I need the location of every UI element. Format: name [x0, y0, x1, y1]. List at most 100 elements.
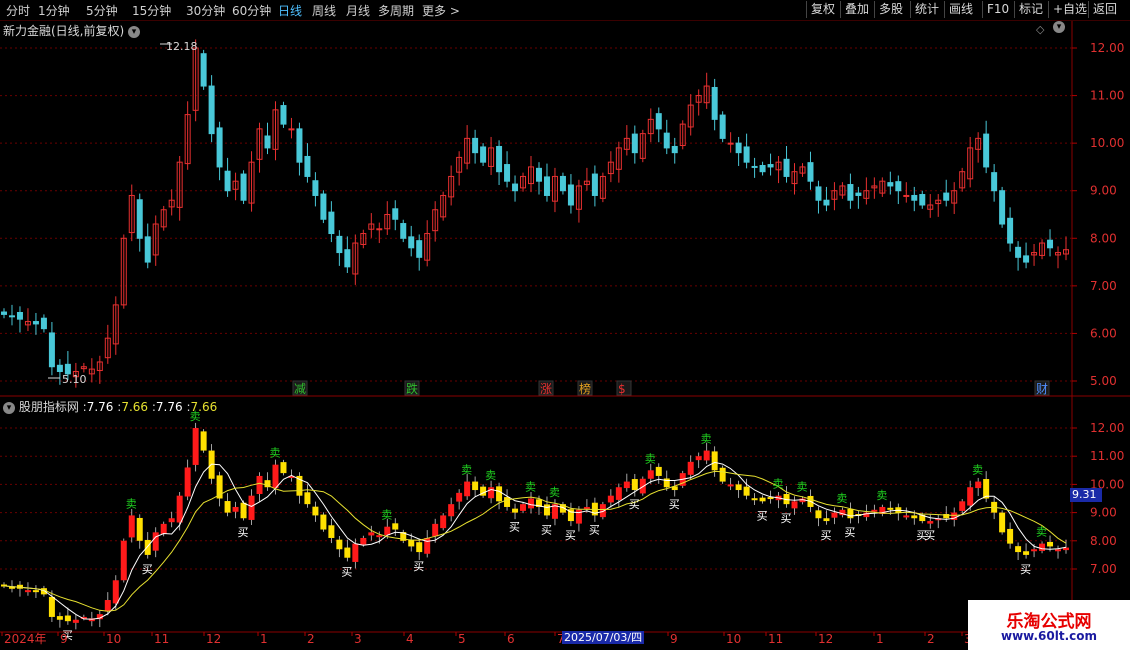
- indicator-body: [504, 497, 511, 507]
- kline-chart[interactable]: 买卖买卖买卖买卖买卖 卖买卖买卖买 买买卖买卖买卖买卖买卖买卖买买卖买卖 12.00…: [0, 0, 1130, 650]
- indicator-body: [1047, 541, 1054, 547]
- indicator-body: [1039, 543, 1046, 551]
- event-tag[interactable]: 财: [1034, 380, 1050, 396]
- period-tab-5min[interactable]: 5分钟: [86, 2, 118, 19]
- indicator-body: [639, 478, 646, 494]
- indicator-body: [304, 492, 311, 505]
- event-tag[interactable]: 减: [292, 380, 308, 396]
- period-tab-1min[interactable]: 1分钟: [38, 2, 70, 19]
- indicator-title[interactable]: ▾ 股朋指标网 :7.76 :7.66 :7.76 :7.66: [3, 398, 217, 415]
- price-tick-label: 11.00: [1090, 89, 1124, 103]
- mark-button[interactable]: 标记: [1014, 1, 1047, 18]
- f10-button[interactable]: F10: [982, 1, 1013, 18]
- indicator-body: [224, 501, 231, 513]
- candlesticks[interactable]: [1, 39, 1069, 388]
- candle-body: [815, 186, 822, 201]
- indicator-body: [232, 506, 239, 512]
- period-tab-monthly[interactable]: 月线: [346, 2, 370, 19]
- indicator-body: [240, 502, 247, 519]
- event-tag[interactable]: 涨: [538, 380, 554, 396]
- indicator-body: [751, 498, 758, 501]
- multi-stock-button[interactable]: 多股: [874, 1, 907, 18]
- indicator-tick-label: 11.00: [1090, 449, 1124, 463]
- diamond-icon[interactable]: ◇: [1036, 23, 1044, 36]
- stats-button[interactable]: 统计: [910, 1, 943, 18]
- candle-body: [376, 228, 383, 231]
- sell-signal: 卖: [549, 486, 560, 499]
- indicator-body: [999, 512, 1006, 533]
- back-button[interactable]: 返回: [1088, 1, 1121, 18]
- candle-body: [320, 193, 327, 220]
- candle-body: [847, 184, 854, 201]
- candle-body: [943, 192, 950, 201]
- buy-sell-signals: 买卖买卖买卖买卖买卖 卖买卖买卖买 买买卖买卖买卖买卖买卖买卖买买卖买卖: [62, 410, 1047, 642]
- price-tick-label: 8.00: [1090, 231, 1117, 245]
- overlay-button[interactable]: 叠加: [840, 1, 873, 18]
- indicator-body: [735, 484, 742, 491]
- indicator-body: [631, 479, 638, 491]
- period-tab-daily[interactable]: 日线: [278, 2, 302, 19]
- period-tab-intraday[interactable]: 分时: [6, 2, 30, 19]
- candle-body: [887, 182, 894, 187]
- candle-body: [336, 235, 343, 254]
- sell-signal: 卖: [126, 497, 137, 510]
- indicator-body: [647, 470, 654, 479]
- indicator-body: [911, 515, 918, 519]
- period-tab-weekly[interactable]: 周线: [312, 2, 336, 19]
- period-tab-more[interactable]: 更多 >: [422, 2, 460, 19]
- indicator-body: [711, 451, 718, 471]
- chevron-down-icon[interactable]: ▾: [128, 25, 141, 38]
- sell-signal: 卖: [645, 452, 656, 465]
- price-tick-label: 10.00: [1090, 136, 1124, 150]
- indicator-body: [192, 428, 199, 465]
- time-tick-label: 6: [507, 632, 515, 646]
- candle-body: [719, 114, 726, 139]
- candle-body: [751, 165, 758, 168]
- candle-body: [855, 192, 862, 196]
- time-tick-label: 3: [354, 632, 362, 646]
- buy-signal: 买: [781, 512, 792, 525]
- indicator-body: [360, 537, 367, 545]
- price-tick-label: 5.00: [1090, 374, 1117, 388]
- event-tag[interactable]: $: [616, 380, 632, 396]
- candle-body: [671, 145, 678, 154]
- indicator-body: [831, 512, 838, 518]
- adjust-button[interactable]: 复权: [806, 1, 839, 18]
- event-tag[interactable]: 榜: [577, 380, 593, 396]
- period-tab-15min[interactable]: 15分钟: [132, 2, 171, 19]
- candle-body: [1023, 255, 1030, 263]
- candle-body: [136, 199, 143, 239]
- period-tab-30min[interactable]: 30分钟: [186, 2, 225, 19]
- indicator-body: [104, 600, 111, 612]
- candle-body: [400, 223, 407, 239]
- period-tab-multi[interactable]: 多周期: [378, 2, 414, 19]
- candle-body: [280, 105, 287, 125]
- sell-signal: 卖: [773, 478, 784, 491]
- draw-line-button[interactable]: 画线: [944, 1, 977, 18]
- buy-signal: 买: [820, 529, 831, 542]
- indicator-body: [128, 515, 135, 538]
- period-tab-60min[interactable]: 60分钟: [232, 2, 271, 19]
- stock-title[interactable]: 新力金融(日线,前复权) ▾: [3, 22, 141, 39]
- sell-signal: 卖: [701, 433, 712, 446]
- candle-body: [144, 236, 151, 263]
- indicator-body: [456, 492, 463, 502]
- event-tags[interactable]: 减 跌 涨 榜 $ 财: [292, 380, 1050, 396]
- buy-signal: 买: [541, 523, 552, 536]
- event-tag[interactable]: 跌: [404, 380, 420, 396]
- chevron-down-icon[interactable]: ▾: [1053, 21, 1065, 33]
- event-tag-text: 财: [1036, 382, 1048, 396]
- indicator-body: [320, 514, 327, 530]
- low-price-label: 5.10: [62, 373, 87, 386]
- indicator-body: [384, 526, 391, 536]
- indicator-body: [695, 456, 702, 461]
- add-watchlist-button[interactable]: +自选: [1048, 1, 1091, 18]
- event-tag-text: $: [618, 382, 626, 396]
- indicator-body: [983, 479, 990, 499]
- candle-body: [240, 173, 247, 201]
- chevron-down-icon[interactable]: ▾: [3, 401, 15, 414]
- candle-body: [743, 146, 750, 163]
- main-price-scale: 12.00 11.00 10.00 9.00 8.00 7.00 6.00 5.00: [1072, 41, 1124, 388]
- indicator-body: [703, 450, 710, 461]
- indicator-body: [847, 508, 854, 519]
